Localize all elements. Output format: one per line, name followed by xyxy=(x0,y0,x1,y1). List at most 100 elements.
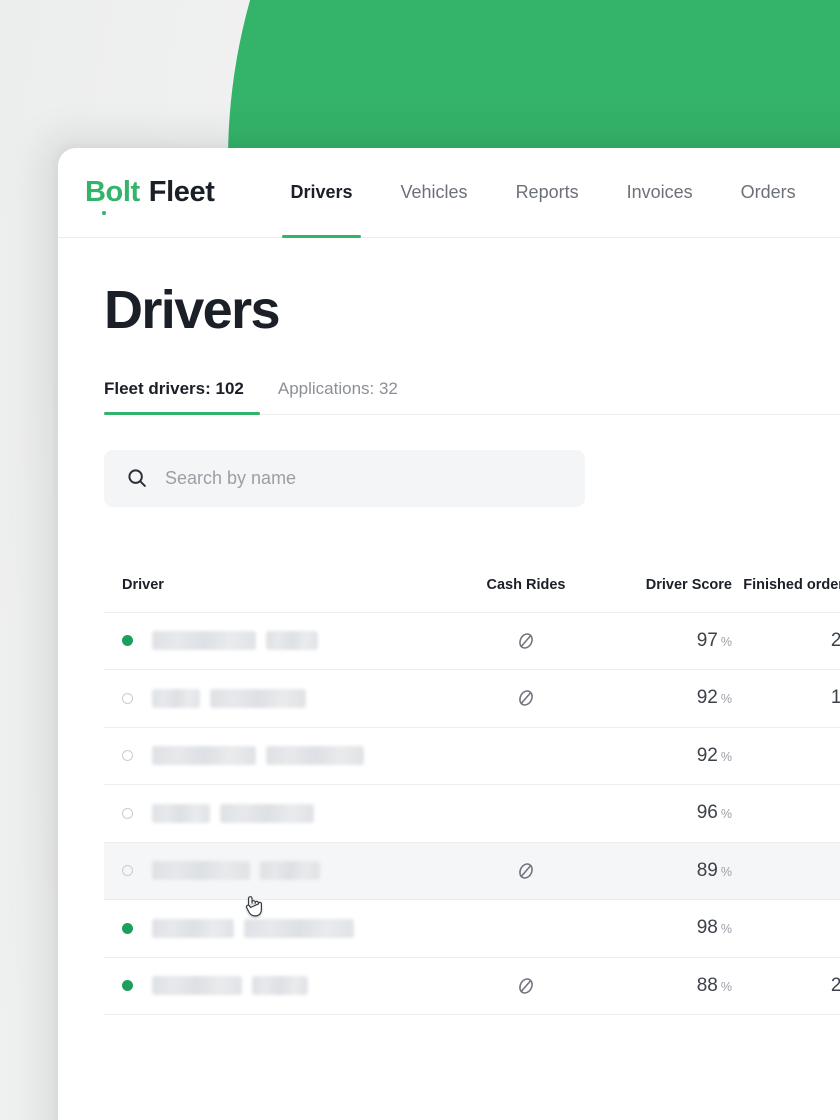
cell-driver xyxy=(122,861,468,881)
cell-driver xyxy=(122,746,468,766)
cell-cash-rides xyxy=(468,975,584,997)
cell-driver xyxy=(122,688,468,708)
driver-score-unit: % xyxy=(720,922,732,937)
redacted-name-block xyxy=(260,861,320,881)
sub-tab-applications[interactable]: Applications: 32 xyxy=(278,379,414,414)
cell-driver xyxy=(122,976,468,996)
cell-cash-rides xyxy=(468,860,584,882)
sub-tab-fleet-drivers[interactable]: Fleet drivers: 102 xyxy=(104,379,260,415)
table-row[interactable]: 89%– xyxy=(104,842,840,901)
table-row[interactable]: 97% 23 xyxy=(104,613,840,671)
redacted-name-block xyxy=(152,918,234,938)
driver-score-value: 92 xyxy=(696,687,718,709)
status-dot-online-icon xyxy=(122,980,133,992)
driver-name-redacted xyxy=(152,861,320,881)
redacted-name-block xyxy=(152,746,256,766)
driver-score-unit: % xyxy=(720,807,732,822)
redacted-name-block xyxy=(152,803,210,823)
brand-logo-dot-icon xyxy=(102,211,106,215)
driver-name-redacted xyxy=(152,918,354,938)
driver-score-value: 89 xyxy=(696,859,718,881)
driver-score-unit: % xyxy=(720,979,732,994)
page-title: Drivers xyxy=(104,280,281,340)
redacted-name-block xyxy=(220,803,314,823)
status-dot-online-icon xyxy=(122,922,133,934)
nav-item-drivers[interactable]: Drivers xyxy=(266,148,376,238)
finished-orders-value: 23 xyxy=(830,629,840,651)
cell-driver xyxy=(122,918,468,938)
status-dot-online-icon xyxy=(122,635,133,647)
cell-driver-score: 97% xyxy=(584,630,732,652)
main-content: Drivers Fleet drivers: 102 Applications: … xyxy=(58,238,840,1016)
table-body: 97%2392%1492%–96%889%–98%–88%23 xyxy=(104,613,840,1016)
brand-logo-fleet: Fleet xyxy=(148,176,215,208)
redacted-name-block xyxy=(252,976,308,996)
drivers-table: Driver Cash Rides Driver Score Finished … xyxy=(104,543,840,1016)
brand-logo-bolt-text: Bolt xyxy=(85,176,140,208)
redacted-name-block xyxy=(152,631,256,651)
nav-item-invoices[interactable]: Invoices xyxy=(603,148,717,237)
cell-cash-rides xyxy=(468,687,584,709)
redacted-name-block xyxy=(266,746,364,766)
search-icon xyxy=(126,467,148,489)
table-row[interactable]: 92%– xyxy=(104,728,840,786)
column-header-driver-score[interactable]: Driver Score xyxy=(584,576,732,596)
cell-driver-score: 89% xyxy=(584,860,732,882)
search-box[interactable] xyxy=(104,449,585,507)
driver-score-unit: % xyxy=(720,864,732,879)
redacted-name-block xyxy=(152,861,250,881)
brand-logo[interactable]: Bolt Fleet xyxy=(85,176,215,215)
nav-item-vehicles[interactable]: Vehicles xyxy=(377,148,492,237)
cell-driver-score: 96% xyxy=(584,802,732,824)
driver-score-value: 98 xyxy=(696,917,718,939)
redacted-name-block xyxy=(244,918,354,938)
nav-items: Drivers Vehicles Reports Invoices Orders xyxy=(266,148,820,238)
status-dot-offline-icon xyxy=(122,692,133,704)
cash-rides-disabled-icon xyxy=(515,630,537,652)
redacted-name-block xyxy=(266,631,318,651)
status-dot-offline-icon xyxy=(122,750,133,762)
cell-finished-orders: 23 xyxy=(732,630,840,652)
cell-finished-orders: – xyxy=(732,917,840,939)
cell-driver xyxy=(122,631,468,651)
cell-driver xyxy=(122,803,468,823)
driver-name-redacted xyxy=(152,688,306,708)
nav-item-reports[interactable]: Reports xyxy=(492,148,603,237)
driver-name-redacted xyxy=(152,803,314,823)
driver-score-unit: % xyxy=(720,692,732,707)
driver-score-value: 88 xyxy=(696,974,718,996)
cell-driver-score: 92% xyxy=(584,745,732,767)
cell-cash-rides xyxy=(468,630,584,652)
search-input[interactable] xyxy=(165,467,563,489)
cell-finished-orders: 8 xyxy=(732,802,840,824)
cell-driver-score: 98% xyxy=(584,917,732,939)
cash-rides-disabled-icon xyxy=(515,860,537,882)
finished-orders-value: 14 xyxy=(830,687,840,709)
cell-finished-orders: – xyxy=(732,860,840,882)
table-row[interactable]: 88% 23 xyxy=(104,958,840,1016)
driver-name-redacted xyxy=(152,631,318,651)
table-row[interactable]: 96%8 xyxy=(104,785,840,843)
cell-finished-orders: 23 xyxy=(732,975,840,997)
redacted-name-block xyxy=(210,688,306,708)
finished-orders-value: 23 xyxy=(830,974,840,996)
status-dot-offline-icon xyxy=(122,807,133,819)
status-dot-offline-icon xyxy=(122,865,133,877)
table-row[interactable]: 98%– xyxy=(104,900,840,958)
table-row[interactable]: 92% 14 xyxy=(104,670,840,728)
driver-score-value: 96 xyxy=(696,802,718,824)
driver-score-value: 97 xyxy=(696,629,718,651)
nav-item-orders[interactable]: Orders xyxy=(717,148,820,237)
table-header-row: Driver Cash Rides Driver Score Finished … xyxy=(104,543,840,613)
column-header-finished-orders[interactable]: Finished orders xyxy=(732,576,840,596)
redacted-name-block xyxy=(152,688,200,708)
driver-name-redacted xyxy=(152,746,364,766)
column-header-cash-rides[interactable]: Cash Rides xyxy=(468,576,584,596)
driver-score-unit: % xyxy=(720,749,732,764)
driver-score-unit: % xyxy=(720,634,732,649)
cell-driver-score: 92% xyxy=(584,687,732,709)
cash-rides-disabled-icon xyxy=(515,975,537,997)
brand-logo-bolt: Bolt xyxy=(85,176,140,215)
driver-name-redacted xyxy=(152,976,308,996)
column-header-driver[interactable]: Driver xyxy=(122,576,468,596)
